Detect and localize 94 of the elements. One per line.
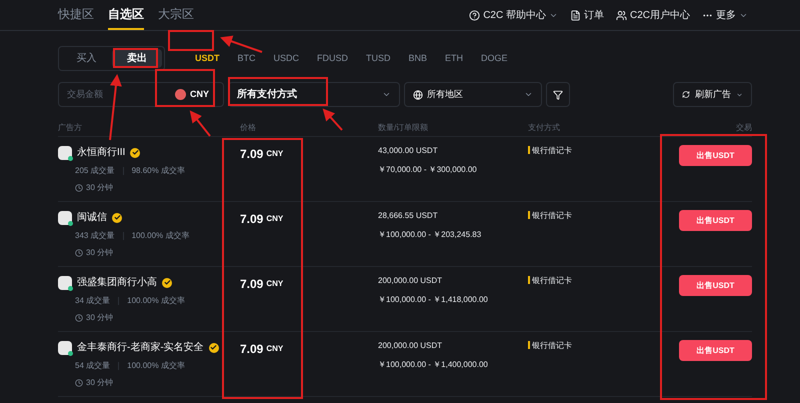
avatar-icon — [58, 276, 72, 290]
nav-menu-item[interactable]: 订单 — [570, 8, 604, 22]
available-quantity: 43,000.00 USDT — [378, 145, 439, 157]
caret-icon — [524, 90, 533, 99]
trade-count: 205 成交量 — [75, 165, 115, 177]
clock-icon — [75, 314, 83, 322]
verified-icon — [112, 212, 122, 222]
coin-tab[interactable]: ETH — [445, 52, 464, 66]
trade-count: 34 成交量 — [75, 295, 110, 307]
column-header: 交易 — [735, 122, 752, 134]
refresh-icon — [682, 90, 690, 99]
nav-tab[interactable]: 自选区 — [108, 0, 144, 30]
avatar-icon — [58, 340, 72, 354]
column-header: 数量/订单限额 — [378, 122, 430, 134]
price-currency: CNY — [266, 343, 284, 355]
order-limit: ￥70,000.00 - ￥300,000.00 — [378, 164, 478, 176]
available-quantity: 200,000.00 USDT — [378, 275, 444, 287]
coin-tab[interactable]: FDUSD — [317, 52, 348, 66]
sell-button[interactable]: 出售USDT — [679, 340, 752, 361]
available-quantity: 28,666.55 USDT — [378, 210, 439, 222]
coin-tab[interactable]: BNB — [408, 52, 428, 66]
trade-side-tab[interactable]: 买入 — [61, 49, 112, 68]
trade-count: 54 成交量 — [75, 360, 110, 372]
payment-method: 银行借记卡 — [532, 340, 572, 352]
currency-select[interactable]: CNY — [174, 88, 223, 102]
nav-menu-item[interactable]: C2C 帮助中心 — [469, 8, 558, 22]
order-limit: ￥100,000.00 - ￥1,418,000.00 — [378, 294, 489, 306]
payment-method: 银行借记卡 — [532, 210, 572, 222]
verified-icon — [162, 278, 172, 288]
coin-tab[interactable]: BTC — [238, 52, 256, 66]
annotation-arrow — [322, 108, 343, 131]
price-currency: CNY — [266, 278, 284, 290]
completion-rate: 100.00% 成交率 — [127, 360, 185, 372]
payment-time: 30 分钟 — [86, 182, 114, 194]
clock-icon — [75, 379, 83, 387]
payment-time: 30 分钟 — [86, 312, 114, 324]
help-icon — [469, 10, 480, 20]
completion-rate: 100.00% 成交率 — [127, 295, 185, 307]
verified-icon — [130, 148, 140, 158]
clock-icon — [75, 184, 83, 192]
payment-method: 银行借记卡 — [532, 275, 572, 287]
users-icon — [616, 10, 627, 20]
document-icon — [570, 10, 581, 20]
advertiser-name[interactable]: 永恒商行III — [77, 145, 126, 160]
payment-method: 银行借记卡 — [532, 145, 572, 157]
coin-tab[interactable]: DOGE — [481, 52, 508, 66]
payment-time: 30 分钟 — [86, 247, 114, 259]
nav-menu-item[interactable]: C2C用户中心 — [616, 8, 690, 22]
annotation-arrow — [190, 110, 211, 137]
advertiser-name[interactable]: 金丰泰商行-老商家-实名安全 — [77, 340, 204, 355]
column-header: 价格 — [240, 122, 257, 134]
filter-icon — [553, 90, 563, 100]
refresh-button[interactable]: 刷新广告 — [673, 82, 752, 107]
globe-icon — [413, 90, 423, 100]
available-quantity: 200,000.00 USDT — [378, 340, 444, 352]
avatar-icon — [58, 146, 72, 160]
filter-button[interactable] — [546, 82, 570, 107]
caret-icon — [382, 90, 391, 99]
sell-button[interactable]: 出售USDT — [679, 275, 752, 296]
sell-button[interactable]: 出售USDT — [679, 210, 752, 231]
annotation-box — [168, 30, 214, 51]
trade-count: 343 成交量 — [75, 230, 115, 242]
column-header: 广告方 — [58, 122, 83, 134]
price-currency: CNY — [266, 213, 284, 225]
coin-tab[interactable]: TUSD — [366, 52, 391, 66]
amount-field[interactable]: 交易金额 CNY — [58, 82, 224, 107]
nav-menu-item[interactable]: 更多 — [702, 8, 748, 22]
nav-tab[interactable]: 大宗区 — [158, 0, 194, 30]
coin-tab[interactable]: USDC — [274, 52, 300, 66]
price: 7.09 — [240, 276, 264, 293]
coin-tab[interactable]: USDT — [195, 52, 220, 66]
price: 7.09 — [240, 146, 264, 163]
payment-time: 30 分钟 — [86, 377, 114, 389]
region-select[interactable]: 所有地区 — [404, 82, 542, 107]
clock-icon — [75, 249, 83, 257]
price: 7.09 — [240, 341, 264, 358]
annotation-arrow — [109, 74, 122, 140]
amount-input[interactable]: 交易金额 — [59, 88, 149, 102]
advertiser-name[interactable]: 闽诚信 — [77, 210, 107, 225]
currency-flag-icon — [174, 89, 186, 100]
column-header: 支付方式 — [528, 122, 561, 134]
price: 7.09 — [240, 211, 264, 228]
advertiser-name[interactable]: 强盛集团商行小高 — [77, 275, 157, 290]
avatar-icon — [58, 210, 72, 224]
nav-tab[interactable]: 快捷区 — [58, 0, 94, 30]
payment-select[interactable]: 所有支付方式 — [228, 82, 400, 107]
price-currency: CNY — [266, 148, 284, 160]
annotation-arrow — [220, 36, 262, 53]
order-limit: ￥100,000.00 - ￥203,245.83 — [378, 229, 482, 241]
order-limit: ￥100,000.00 - ￥1,400,000.00 — [378, 359, 489, 371]
completion-rate: 100.00% 成交率 — [132, 230, 190, 242]
completion-rate: 98.60% 成交率 — [132, 165, 185, 177]
sell-button[interactable]: 出售USDT — [679, 145, 752, 166]
verified-icon — [208, 342, 219, 352]
